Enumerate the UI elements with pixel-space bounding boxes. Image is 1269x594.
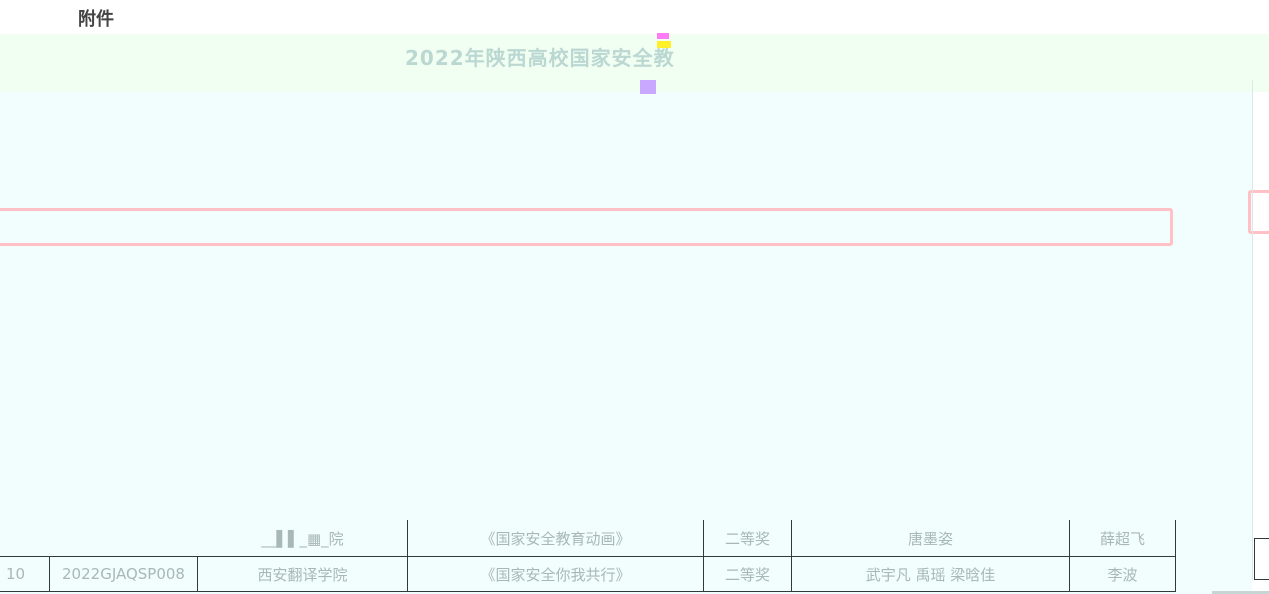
school-name: 西安翻译学院 bbox=[198, 557, 408, 591]
adjacent-table-fragment bbox=[1254, 538, 1269, 580]
advisor-name: 薛超飞 bbox=[1070, 520, 1176, 556]
render-artifact bbox=[657, 41, 671, 48]
award-level: 二等奖 bbox=[704, 520, 792, 556]
highlighted-row-outline bbox=[0, 208, 1173, 246]
table-row: __▌▌_▦_院 《国家安全教育动画》 二等奖 唐墨姿 薛超飞 bbox=[0, 520, 1176, 556]
work-title: 《国家安全你我共行》 bbox=[408, 557, 704, 591]
row-index: 10 bbox=[0, 557, 50, 591]
document-content-area bbox=[0, 46, 1252, 594]
render-artifact bbox=[640, 80, 656, 94]
page-edge-line bbox=[1252, 80, 1253, 580]
entry-code: 2022GJAQSP008 bbox=[50, 557, 198, 591]
advisor-name: 李波 bbox=[1070, 557, 1176, 591]
document-title: 2022年陕西高校国家安全教 bbox=[405, 46, 675, 70]
render-artifact bbox=[657, 33, 669, 39]
author-names: 武宇凡 禹瑶 梁晗佳 bbox=[792, 557, 1070, 591]
attachment-label: 附件 bbox=[78, 9, 114, 30]
school-name: __▌▌_▦_院 bbox=[198, 520, 408, 556]
author-names: 唐墨姿 bbox=[792, 520, 1070, 556]
entry-code bbox=[50, 520, 198, 556]
table-row: 10 2022GJAQSP008 西安翻译学院 《国家安全你我共行》 二等奖 武… bbox=[0, 556, 1176, 592]
work-title: 《国家安全教育动画》 bbox=[408, 520, 704, 556]
award-level: 二等奖 bbox=[704, 557, 792, 591]
row-index bbox=[0, 520, 50, 556]
